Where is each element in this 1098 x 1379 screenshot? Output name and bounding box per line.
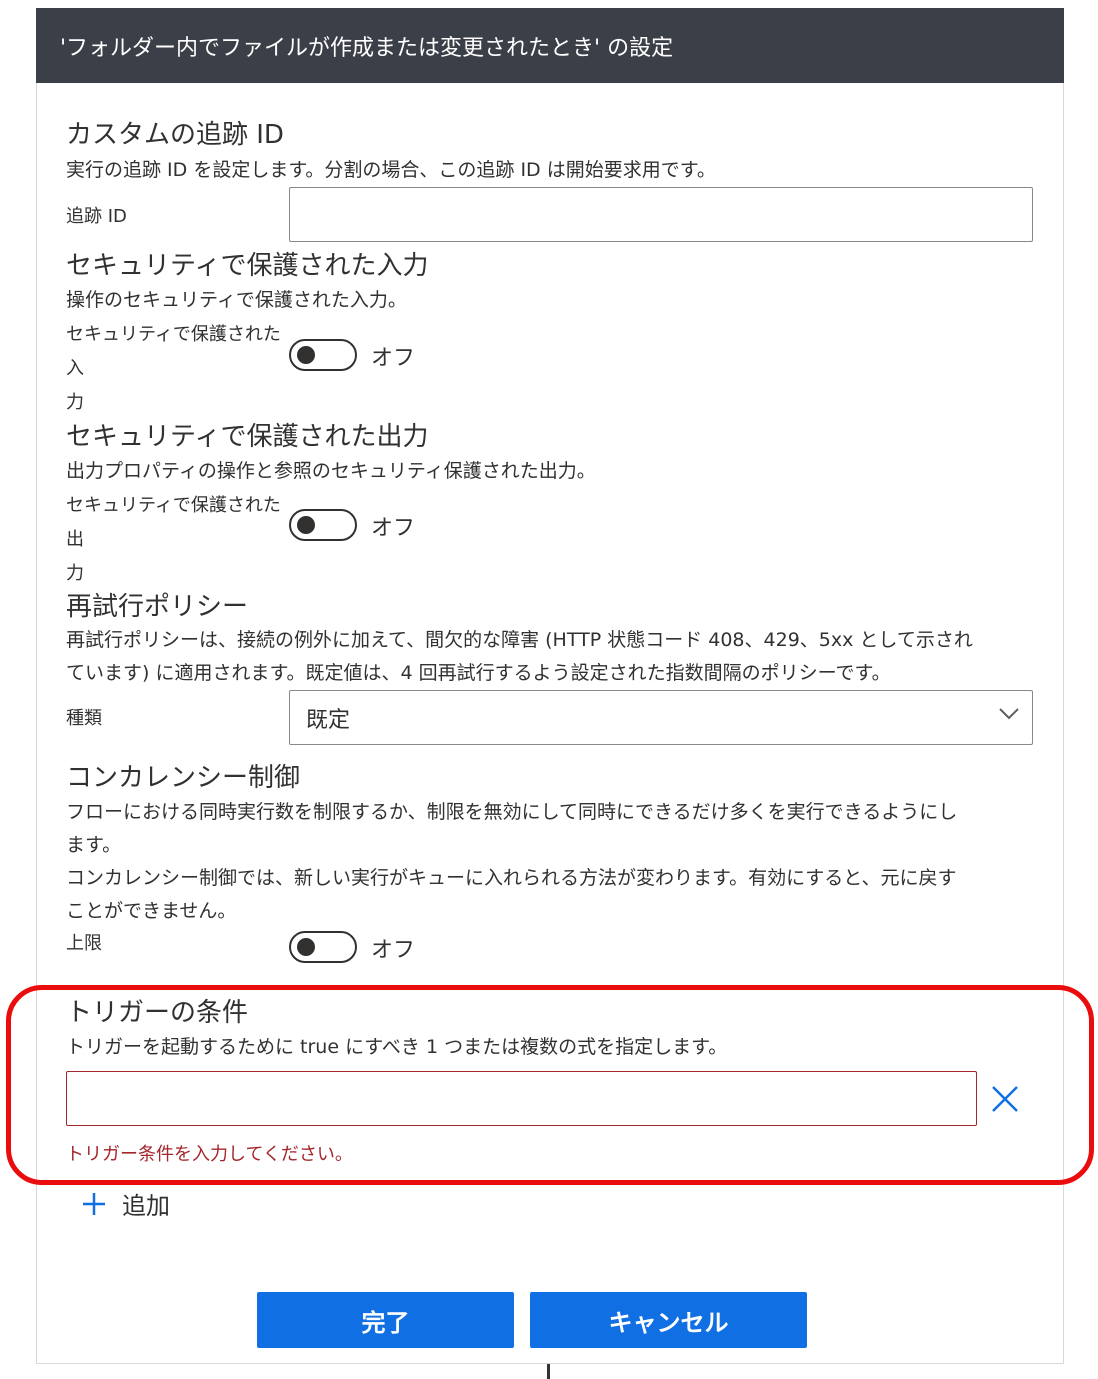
done-button[interactable]: 完了 <box>257 1292 514 1348</box>
secure-input-state: オフ <box>371 346 416 371</box>
secure-output-state: オフ <box>371 516 416 541</box>
concurrency-description-line4: ことができません。 <box>66 900 237 922</box>
chevron-down-icon <box>999 708 1019 720</box>
add-condition-button[interactable]: 追加 <box>80 1186 170 1221</box>
secure-output-label: セキュリティで保護された出 力 <box>66 489 286 591</box>
concurrency-description-line3: コンカレンシー制御では、新しい実行がキューに入れられる方法が変わります。有効にす… <box>66 867 957 889</box>
tracking-id-label: 追跡 ID <box>66 206 127 227</box>
retry-policy-heading: 再試行ポリシー <box>66 592 249 622</box>
concurrency-description-line1: フローにおける同時実行数を制限するか、制限を無効にして同時にできるだけ多くを実行… <box>66 801 958 823</box>
concurrency-description: フローにおける同時実行数を制限するか、制限を無効にして同時にできるだけ多くを実行… <box>66 796 1056 928</box>
secure-output-heading: セキュリティで保護された出力 <box>66 422 429 452</box>
toggle-knob <box>297 516 315 534</box>
tracking-description: 実行の追跡 ID を設定します。分割の場合、この追跡 ID は開始要求用です。 <box>66 159 716 181</box>
dialog-title-text: 'フォルダー内でファイルが作成または変更されたとき' の設定 <box>60 35 674 61</box>
concurrency-toggle[interactable] <box>289 931 357 963</box>
concurrency-state: オフ <box>371 938 416 963</box>
retry-type-selected: 既定 <box>306 707 351 733</box>
concurrency-description-line2: ます。 <box>66 834 122 856</box>
secure-output-toggle[interactable] <box>289 509 357 541</box>
retry-policy-description-line2: ています) に適用されます。既定値は、4 回再試行するよう設定された指数間隔のポ… <box>66 662 891 684</box>
dialog-title: 'フォルダー内でファイルが作成または変更されたとき' の設定 <box>36 8 1064 83</box>
secure-output-label-line1: セキュリティで保護された出 <box>66 495 281 550</box>
highlight-annotation <box>6 985 1094 1185</box>
concurrency-heading: コンカレンシー制御 <box>66 763 301 793</box>
toggle-knob <box>297 346 315 364</box>
secure-output-description: 出力プロパティの操作と参照のセキュリティ保護された出力。 <box>66 460 596 482</box>
add-condition-label: 追加 <box>122 1192 170 1220</box>
secure-input-toggle[interactable] <box>289 339 357 371</box>
secure-input-label-line2: 力 <box>66 392 84 413</box>
concurrency-limit-label: 上限 <box>66 933 102 954</box>
secure-input-label-line1: セキュリティで保護された入 <box>66 324 281 379</box>
retry-type-dropdown[interactable]: 既定 <box>289 690 1033 745</box>
retry-policy-description: 再試行ポリシーは、接続の例外に加えて、間欠的な障害 (HTTP 状態コード 40… <box>66 624 1056 690</box>
secure-input-description: 操作のセキュリティで保護された入力。 <box>66 289 407 311</box>
flow-connector-line <box>547 1364 550 1379</box>
secure-input-label: セキュリティで保護された入 力 <box>66 318 286 420</box>
secure-input-heading: セキュリティで保護された入力 <box>66 251 429 281</box>
tracking-id-input[interactable] <box>289 187 1033 242</box>
cancel-button[interactable]: キャンセル <box>530 1292 807 1348</box>
plus-icon <box>83 1192 105 1215</box>
tracking-heading: カスタムの追跡 ID <box>66 120 284 150</box>
toggle-knob <box>297 938 315 956</box>
retry-policy-description-line1: 再試行ポリシーは、接続の例外に加えて、間欠的な障害 (HTTP 状態コード 40… <box>66 629 973 651</box>
retry-type-label: 種類 <box>66 708 102 729</box>
